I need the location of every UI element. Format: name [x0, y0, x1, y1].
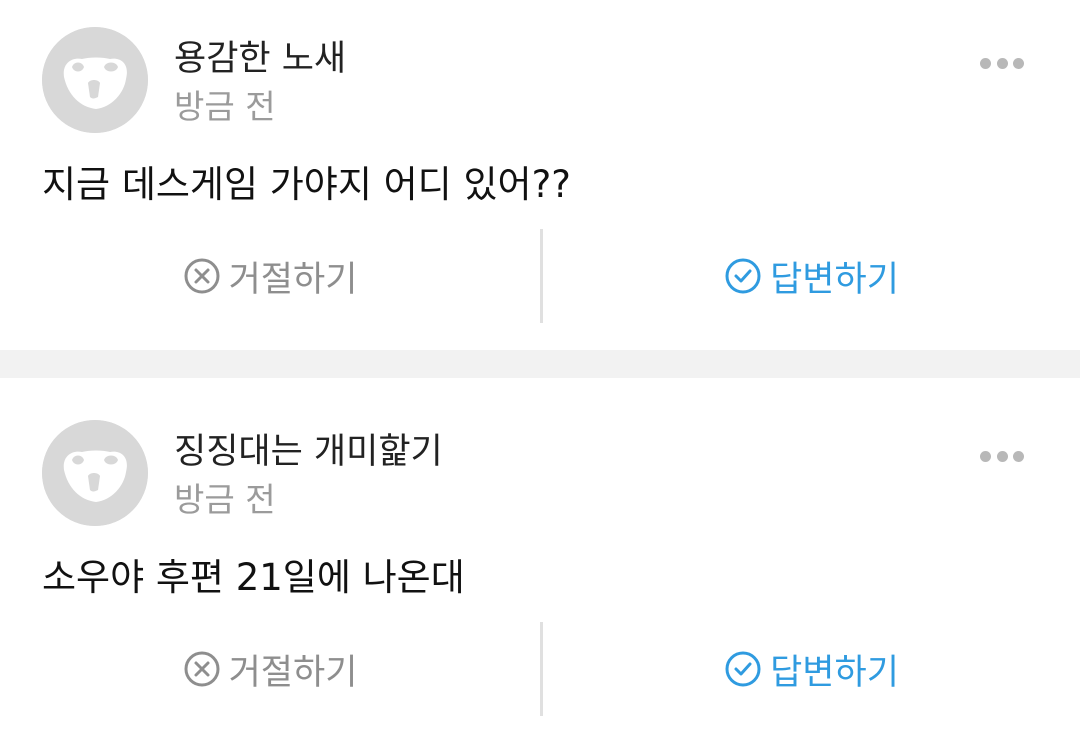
- timestamp: 방금 전: [174, 480, 276, 519]
- reply-button[interactable]: 답변하기: [543, 229, 1080, 323]
- reply-label: 답변하기: [770, 652, 899, 693]
- sender-name: 징징대는 개미핥기: [174, 432, 443, 472]
- message-card: 용감한 노새 방금 전 지금 데스게임 가야지 어디 있어?? 거절하기 답변하…: [0, 0, 1080, 350]
- more-options-button[interactable]: [980, 448, 1024, 464]
- more-dots-icon: [980, 57, 991, 69]
- timestamp: 방금 전: [174, 87, 276, 126]
- reject-label: 거절하기: [228, 652, 358, 693]
- check-circle-icon: [724, 257, 762, 295]
- reply-label: 답변하기: [770, 259, 899, 300]
- reject-button[interactable]: 거절하기: [0, 229, 540, 323]
- message-text: 소우야 후편 21일에 나온대: [42, 556, 465, 599]
- reply-button[interactable]: 답변하기: [543, 622, 1080, 716]
- action-bar: 거절하기 답변하기: [0, 229, 1080, 323]
- action-bar: 거절하기 답변하기: [0, 622, 1080, 716]
- animal-silhouette-icon: [42, 420, 148, 526]
- x-circle-icon: [183, 257, 221, 295]
- sender-name: 용감한 노새: [174, 39, 347, 79]
- reject-button[interactable]: 거절하기: [0, 622, 540, 716]
- more-dots-icon: [980, 450, 991, 462]
- animal-silhouette-icon: [42, 27, 148, 133]
- message-card: 징징대는 개미핥기 방금 전 소우야 후편 21일에 나온대 거절하기 답변하기: [0, 378, 1080, 734]
- avatar[interactable]: [42, 27, 148, 133]
- avatar[interactable]: [42, 420, 148, 526]
- x-circle-icon: [183, 650, 221, 688]
- check-circle-icon: [724, 650, 762, 688]
- message-text: 지금 데스게임 가야지 어디 있어??: [42, 163, 571, 206]
- card-separator: [0, 350, 1080, 378]
- more-options-button[interactable]: [980, 55, 1024, 71]
- reject-label: 거절하기: [228, 259, 358, 300]
